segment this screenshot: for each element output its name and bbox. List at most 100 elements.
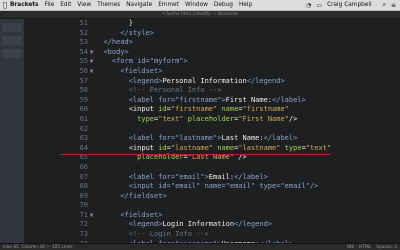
- code-line[interactable]: 61 type="text" placeholder="First Name"/…: [60, 115, 400, 125]
- code-token: Personal Information: [162, 76, 247, 85]
- line-number: 58: [79, 86, 88, 95]
- code-token: </label>: [263, 134, 298, 143]
- apple-menu-icon[interactable]: : [0, 1, 10, 9]
- menu-emmet[interactable]: Emmet: [158, 2, 179, 8]
- line-number: 67: [79, 172, 88, 181]
- line-number: 61: [79, 114, 88, 123]
- code-line[interactable]: 52 </style>: [60, 29, 400, 39]
- language-mode[interactable]: HTML: [359, 245, 371, 250]
- code-token: id: [158, 143, 167, 152]
- code-line[interactable]: 66: [60, 163, 400, 173]
- code-line[interactable]: 56 ▼ <fieldset>: [60, 67, 400, 77]
- code-text: <input id="firstname" name="firstname": [95, 105, 289, 115]
- code-token: placeholder: [187, 114, 235, 123]
- code-line[interactable]: 70: [60, 201, 400, 211]
- code-line[interactable]: 68 <input id="email" name="email" type="…: [60, 182, 400, 192]
- code-line[interactable]: 54 ▼ <body>: [60, 48, 400, 58]
- line-number: 73: [79, 230, 88, 239]
- code-line[interactable]: 69 </fieldset>: [60, 192, 400, 202]
- code-token: Last Name:: [221, 134, 264, 143]
- code-token: <legend>: [128, 76, 163, 85]
- code-text: </fieldset>: [95, 192, 166, 202]
- menu-navigate[interactable]: Navigate: [126, 2, 152, 8]
- code-token: type: [137, 114, 155, 123]
- notifications-icon[interactable]: ≡: [391, 2, 396, 9]
- code-line[interactable]: 60 <input id="firstname" name="firstname…: [60, 105, 400, 115]
- code-token: <form id="myform">: [111, 57, 188, 66]
- code-text: <fieldset>: [95, 211, 162, 221]
- user-name[interactable]: Craig Campbell: [327, 2, 372, 8]
- code-token: "firstname": [170, 105, 218, 114]
- code-line[interactable]: 58 <!-- Personal Info -->: [60, 86, 400, 96]
- code-token: First Name:: [225, 95, 273, 104]
- code-text: <label for="lastname">Last Name:</label>: [95, 134, 298, 144]
- line-number: 71: [79, 210, 88, 219]
- code-line[interactable]: 55 ▼ <form id="myform">: [60, 57, 400, 67]
- menu-edit[interactable]: Edit: [60, 2, 71, 8]
- menu-themes[interactable]: Themes: [97, 2, 120, 8]
- sidebar-item[interactable]: [2, 23, 22, 32]
- code-line[interactable]: 53 </head>: [60, 38, 400, 48]
- code-line[interactable]: 62: [60, 125, 400, 135]
- current-line-marker: [60, 154, 330, 155]
- menu-help[interactable]: Help: [239, 2, 252, 8]
- code-line[interactable]: 71 ▼ <fieldset>: [60, 211, 400, 221]
- code-token: Login Information: [162, 220, 235, 229]
- indent-setting[interactable]: Spaces: 2: [376, 245, 397, 250]
- code-text: </style>: [95, 29, 154, 39]
- code-line[interactable]: 63 <label for="lastname">Last Name:</lab…: [60, 134, 400, 144]
- wifi-icon[interactable]: ◔: [306, 2, 311, 9]
- battery-icon[interactable]: ▭: [316, 2, 322, 9]
- code-text: type="text" placeholder="First Name"/>: [95, 115, 297, 125]
- code-token: name: [221, 105, 239, 114]
- menu-brackets[interactable]: Brackets: [10, 2, 38, 8]
- code-token: "text": [305, 143, 332, 152]
- code-token: <fieldset>: [120, 66, 163, 75]
- code-line[interactable]: 59 <label for="firstname">First Name:</l…: [60, 96, 400, 106]
- line-number: 57: [79, 76, 88, 85]
- menu-view[interactable]: View: [77, 2, 91, 8]
- fold-toggle-icon[interactable]: ▼: [88, 48, 95, 58]
- code-token: <input: [95, 143, 159, 152]
- code-line[interactable]: 57 <legend>Personal Information</legend>: [60, 77, 400, 87]
- code-line[interactable]: 51 }: [60, 19, 400, 29]
- fold-toggle-icon[interactable]: ▼: [88, 67, 95, 77]
- code-line[interactable]: 64 <input id="lastname" name="lastname" …: [60, 144, 400, 154]
- search-icon[interactable]: ⌕: [383, 1, 386, 9]
- code-text: <legend>Personal Information</legend>: [95, 77, 285, 87]
- code-text: <!-- Login Info -->: [95, 230, 209, 240]
- code-token: "firstname": [242, 105, 289, 114]
- line-number: 51: [79, 19, 88, 27]
- line-number: 53: [79, 38, 88, 47]
- window-titlebar: • forms.html (site06) — Brackets: [0, 11, 400, 19]
- code-text: <legend>Login Information</legend>: [95, 220, 272, 230]
- code-text: <label for="firstname">First Name:</labe…: [95, 96, 306, 106]
- menu-window[interactable]: Window: [185, 2, 208, 8]
- code-editor[interactable]: 51 } 52 </style> 53 </head> 54 ▼ <body> 55 ▼ <…: [60, 19, 400, 243]
- code-token: }: [95, 19, 133, 27]
- code-line[interactable]: 72 <legend>Login Information</legend>: [60, 220, 400, 230]
- sidebar-item[interactable]: [2, 49, 22, 58]
- menu-debug[interactable]: Debug: [214, 2, 233, 8]
- sidebar-item[interactable]: [2, 36, 22, 45]
- code-line[interactable]: 67 <label for="email">Email:</label>: [60, 173, 400, 183]
- line-number: 56: [79, 66, 88, 75]
- line-number: 64: [79, 143, 88, 152]
- code-line[interactable]: 73 <!-- Login Info -->: [60, 230, 400, 240]
- sidebar: [0, 19, 25, 243]
- insert-mode[interactable]: INS: [347, 245, 354, 250]
- code-token: "text": [158, 114, 184, 123]
- fold-toggle-icon[interactable]: ▼: [88, 211, 95, 221]
- code-token: id: [158, 105, 167, 114]
- menu-file[interactable]: File: [44, 2, 54, 8]
- code-token: <label for="firstname">: [128, 95, 226, 104]
- status-bar: Line 65, Column 44 — 105 Lines INS HTML …: [0, 243, 400, 250]
- fold-toggle-icon[interactable]: ▼: [88, 57, 95, 67]
